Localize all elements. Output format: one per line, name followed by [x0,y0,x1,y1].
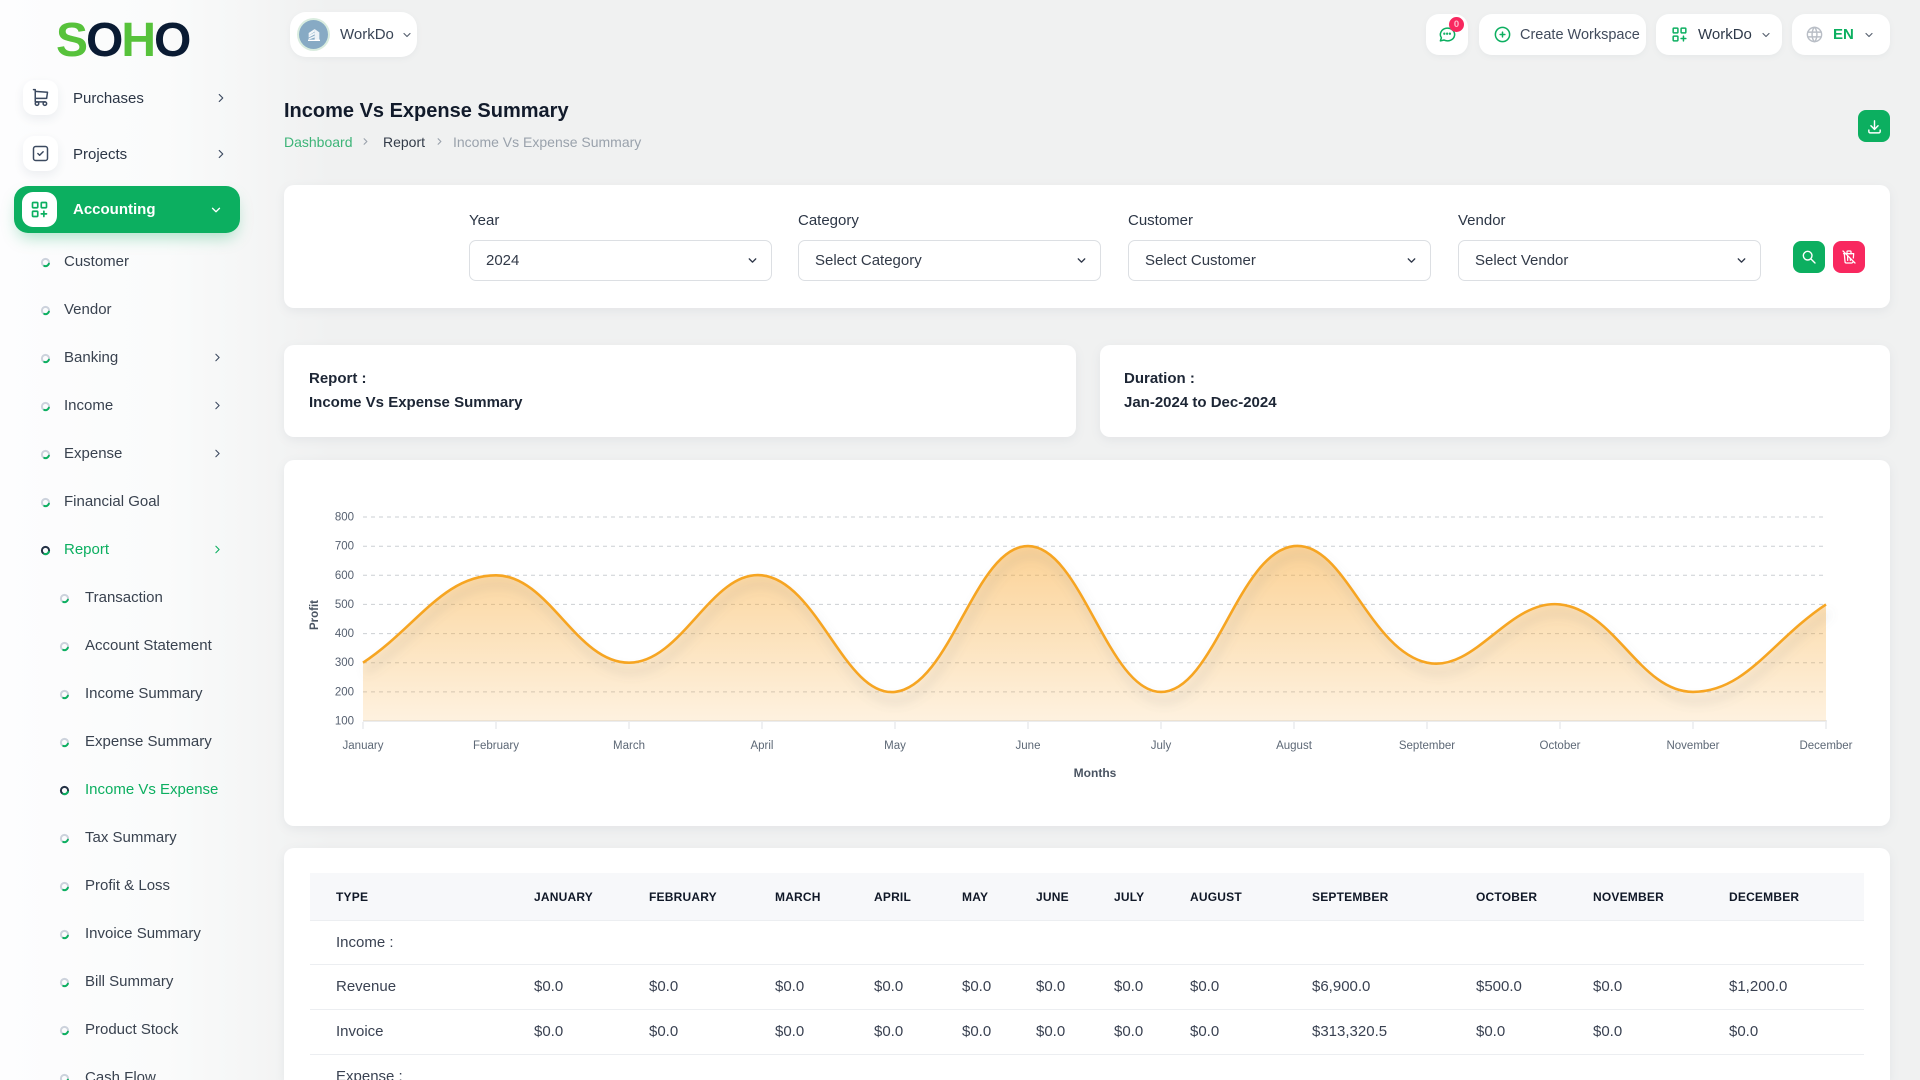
svg-text:June: June [1016,740,1041,752]
svg-text:April: April [750,740,773,752]
svg-text:700: 700 [335,541,354,553]
svg-text:September: September [1399,740,1455,752]
svg-text:February: February [473,740,519,752]
svg-text:Months: Months [1074,766,1117,780]
svg-text:July: July [1151,740,1172,752]
svg-text:January: January [343,740,384,752]
svg-text:Profit: Profit [309,600,321,630]
svg-text:800: 800 [335,512,354,524]
svg-text:300: 300 [335,657,354,669]
svg-text:100: 100 [335,716,354,728]
svg-text:December: December [1799,740,1852,752]
svg-text:August: August [1276,740,1313,752]
svg-text:600: 600 [335,570,354,582]
svg-text:November: November [1666,740,1719,752]
svg-text:May: May [884,740,906,752]
svg-text:200: 200 [335,686,354,698]
svg-text:October: October [1540,740,1581,752]
svg-text:March: March [613,740,645,752]
svg-text:400: 400 [335,628,354,640]
svg-text:500: 500 [335,599,354,611]
